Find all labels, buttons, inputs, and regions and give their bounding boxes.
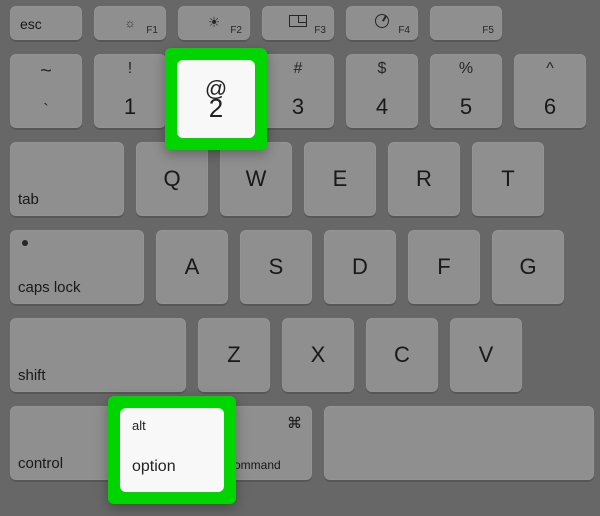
f5-label: F5 bbox=[482, 25, 494, 36]
tilde-top: ~ bbox=[10, 60, 82, 83]
d-label: D bbox=[352, 254, 368, 280]
gauge-icon bbox=[375, 14, 389, 31]
key-f3[interactable]: F3 bbox=[262, 6, 334, 40]
key-4[interactable]: $ 4 bbox=[346, 54, 418, 128]
brightness-low-icon bbox=[125, 14, 136, 30]
key-f4[interactable]: F4 bbox=[346, 6, 418, 40]
c-label: C bbox=[394, 342, 410, 368]
key-f2[interactable]: F2 bbox=[178, 6, 250, 40]
f1-label: F1 bbox=[146, 25, 158, 36]
k3-top: # bbox=[262, 60, 334, 78]
key-f[interactable]: F bbox=[408, 230, 480, 304]
hopt-alt: alt bbox=[132, 418, 146, 433]
t-label: T bbox=[501, 166, 514, 192]
f-label: F bbox=[437, 254, 450, 280]
control-label: control bbox=[18, 455, 63, 472]
key-g[interactable]: G bbox=[492, 230, 564, 304]
esc-label: esc bbox=[20, 16, 42, 32]
key-f5[interactable]: F5 bbox=[430, 6, 502, 40]
key-q[interactable]: Q bbox=[136, 142, 208, 216]
key-z[interactable]: Z bbox=[198, 318, 270, 392]
key-3[interactable]: # 3 bbox=[262, 54, 334, 128]
tab-label: tab bbox=[18, 191, 39, 208]
keyboard: esc F1 F2 F3 F4 F5 ~ ` ! 1 @ 2 # 3 $ 4 %… bbox=[0, 0, 600, 516]
key-capslock[interactable]: caps lock bbox=[10, 230, 144, 304]
hopt-label: option bbox=[132, 458, 176, 476]
key-a[interactable]: A bbox=[156, 230, 228, 304]
highlight-key-option: alt option bbox=[108, 396, 236, 504]
key-d[interactable]: D bbox=[324, 230, 396, 304]
x-label: X bbox=[311, 342, 326, 368]
f3-label: F3 bbox=[314, 25, 326, 36]
q-label: Q bbox=[163, 166, 180, 192]
k1-main: 1 bbox=[94, 94, 166, 120]
key-f1[interactable]: F1 bbox=[94, 6, 166, 40]
key-5[interactable]: % 5 bbox=[430, 54, 502, 128]
key-t[interactable]: T bbox=[472, 142, 544, 216]
k4-top: $ bbox=[346, 60, 418, 78]
key-c[interactable]: C bbox=[366, 318, 438, 392]
key-v[interactable]: V bbox=[450, 318, 522, 392]
tilde-main: ` bbox=[10, 102, 82, 120]
key-esc[interactable]: esc bbox=[10, 6, 82, 40]
key-1[interactable]: ! 1 bbox=[94, 54, 166, 128]
key-control[interactable]: control bbox=[10, 406, 124, 480]
highlight-key-2: @ 2 bbox=[165, 48, 267, 150]
k4-main: 4 bbox=[346, 94, 418, 120]
k3-main: 3 bbox=[262, 94, 334, 120]
e-label: E bbox=[333, 166, 348, 192]
v-label: V bbox=[479, 342, 494, 368]
w-label: W bbox=[246, 166, 267, 192]
key-space[interactable] bbox=[324, 406, 594, 480]
caps-label: caps lock bbox=[18, 279, 81, 296]
r-label: R bbox=[416, 166, 432, 192]
command-glyph-icon: ⌘ bbox=[287, 414, 302, 432]
k1-top: ! bbox=[94, 60, 166, 78]
k6-main: 6 bbox=[514, 94, 586, 120]
f2-label: F2 bbox=[230, 25, 242, 36]
highlight-key-2-inner[interactable]: @ 2 bbox=[177, 60, 255, 138]
key-r[interactable]: R bbox=[388, 142, 460, 216]
s-label: S bbox=[269, 254, 284, 280]
k5-top: % bbox=[430, 60, 502, 78]
brightness-high-icon bbox=[208, 14, 221, 31]
key-s[interactable]: S bbox=[240, 230, 312, 304]
key-tab[interactable]: tab bbox=[10, 142, 124, 216]
g-label: G bbox=[519, 254, 536, 280]
f4-label: F4 bbox=[398, 25, 410, 36]
key-6[interactable]: ^ 6 bbox=[514, 54, 586, 128]
a-label: A bbox=[185, 254, 200, 280]
mission-control-icon bbox=[289, 14, 307, 30]
capslock-indicator-icon bbox=[22, 240, 28, 246]
key-w[interactable]: W bbox=[220, 142, 292, 216]
key-shift[interactable]: shift bbox=[10, 318, 186, 392]
z-label: Z bbox=[227, 342, 240, 368]
k5-main: 5 bbox=[430, 94, 502, 120]
key-x[interactable]: X bbox=[282, 318, 354, 392]
highlight-key-option-inner[interactable]: alt option bbox=[120, 408, 224, 492]
k6-top: ^ bbox=[514, 60, 586, 78]
key-e[interactable]: E bbox=[304, 142, 376, 216]
shift-label: shift bbox=[18, 367, 46, 384]
key-tilde[interactable]: ~ ` bbox=[10, 54, 82, 128]
h2-main: 2 bbox=[177, 93, 255, 124]
